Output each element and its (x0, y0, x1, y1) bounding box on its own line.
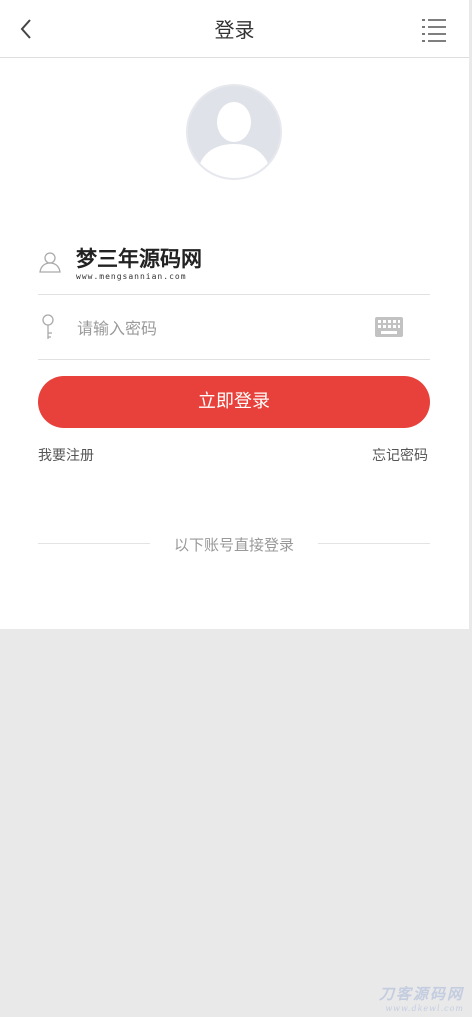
register-link[interactable]: 我要注册 (38, 445, 94, 465)
password-input[interactable] (75, 313, 359, 343)
forgot-password-link[interactable]: 忘记密码 (372, 445, 428, 465)
brand-url: www.mengsannian.com (76, 272, 187, 281)
key-icon (42, 314, 54, 339)
default-avatar-icon[interactable] (186, 84, 282, 180)
brand-text: 梦三年源码网 (76, 246, 202, 271)
login-button[interactable]: 立即登录 (38, 376, 430, 428)
password-row (38, 295, 430, 360)
page-title: 登录 (214, 18, 255, 42)
third-party-divider: 以下账号直接登录 (38, 534, 430, 554)
list-menu-icon[interactable] (420, 16, 448, 44)
watermark: 刀客源码网 www.dkewl.com (379, 983, 464, 1013)
login-page: 登录 梦三年源码网 www.mengsannian.com 立即登录 我要注册 … (0, 0, 469, 629)
divider-line-right (318, 543, 430, 544)
keyboard-icon[interactable] (375, 317, 403, 337)
top-nav-bar: 登录 (0, 0, 469, 58)
third-party-label: 以下账号直接登录 (173, 536, 294, 554)
username-row[interactable]: 梦三年源码网 www.mengsannian.com (38, 230, 430, 295)
user-icon (39, 252, 61, 273)
brand-logo: 梦三年源码网 www.mengsannian.com (76, 246, 202, 281)
watermark-text: 刀客源码网 (378, 985, 464, 1003)
watermark-url: www.dkewl.com (385, 1004, 464, 1013)
